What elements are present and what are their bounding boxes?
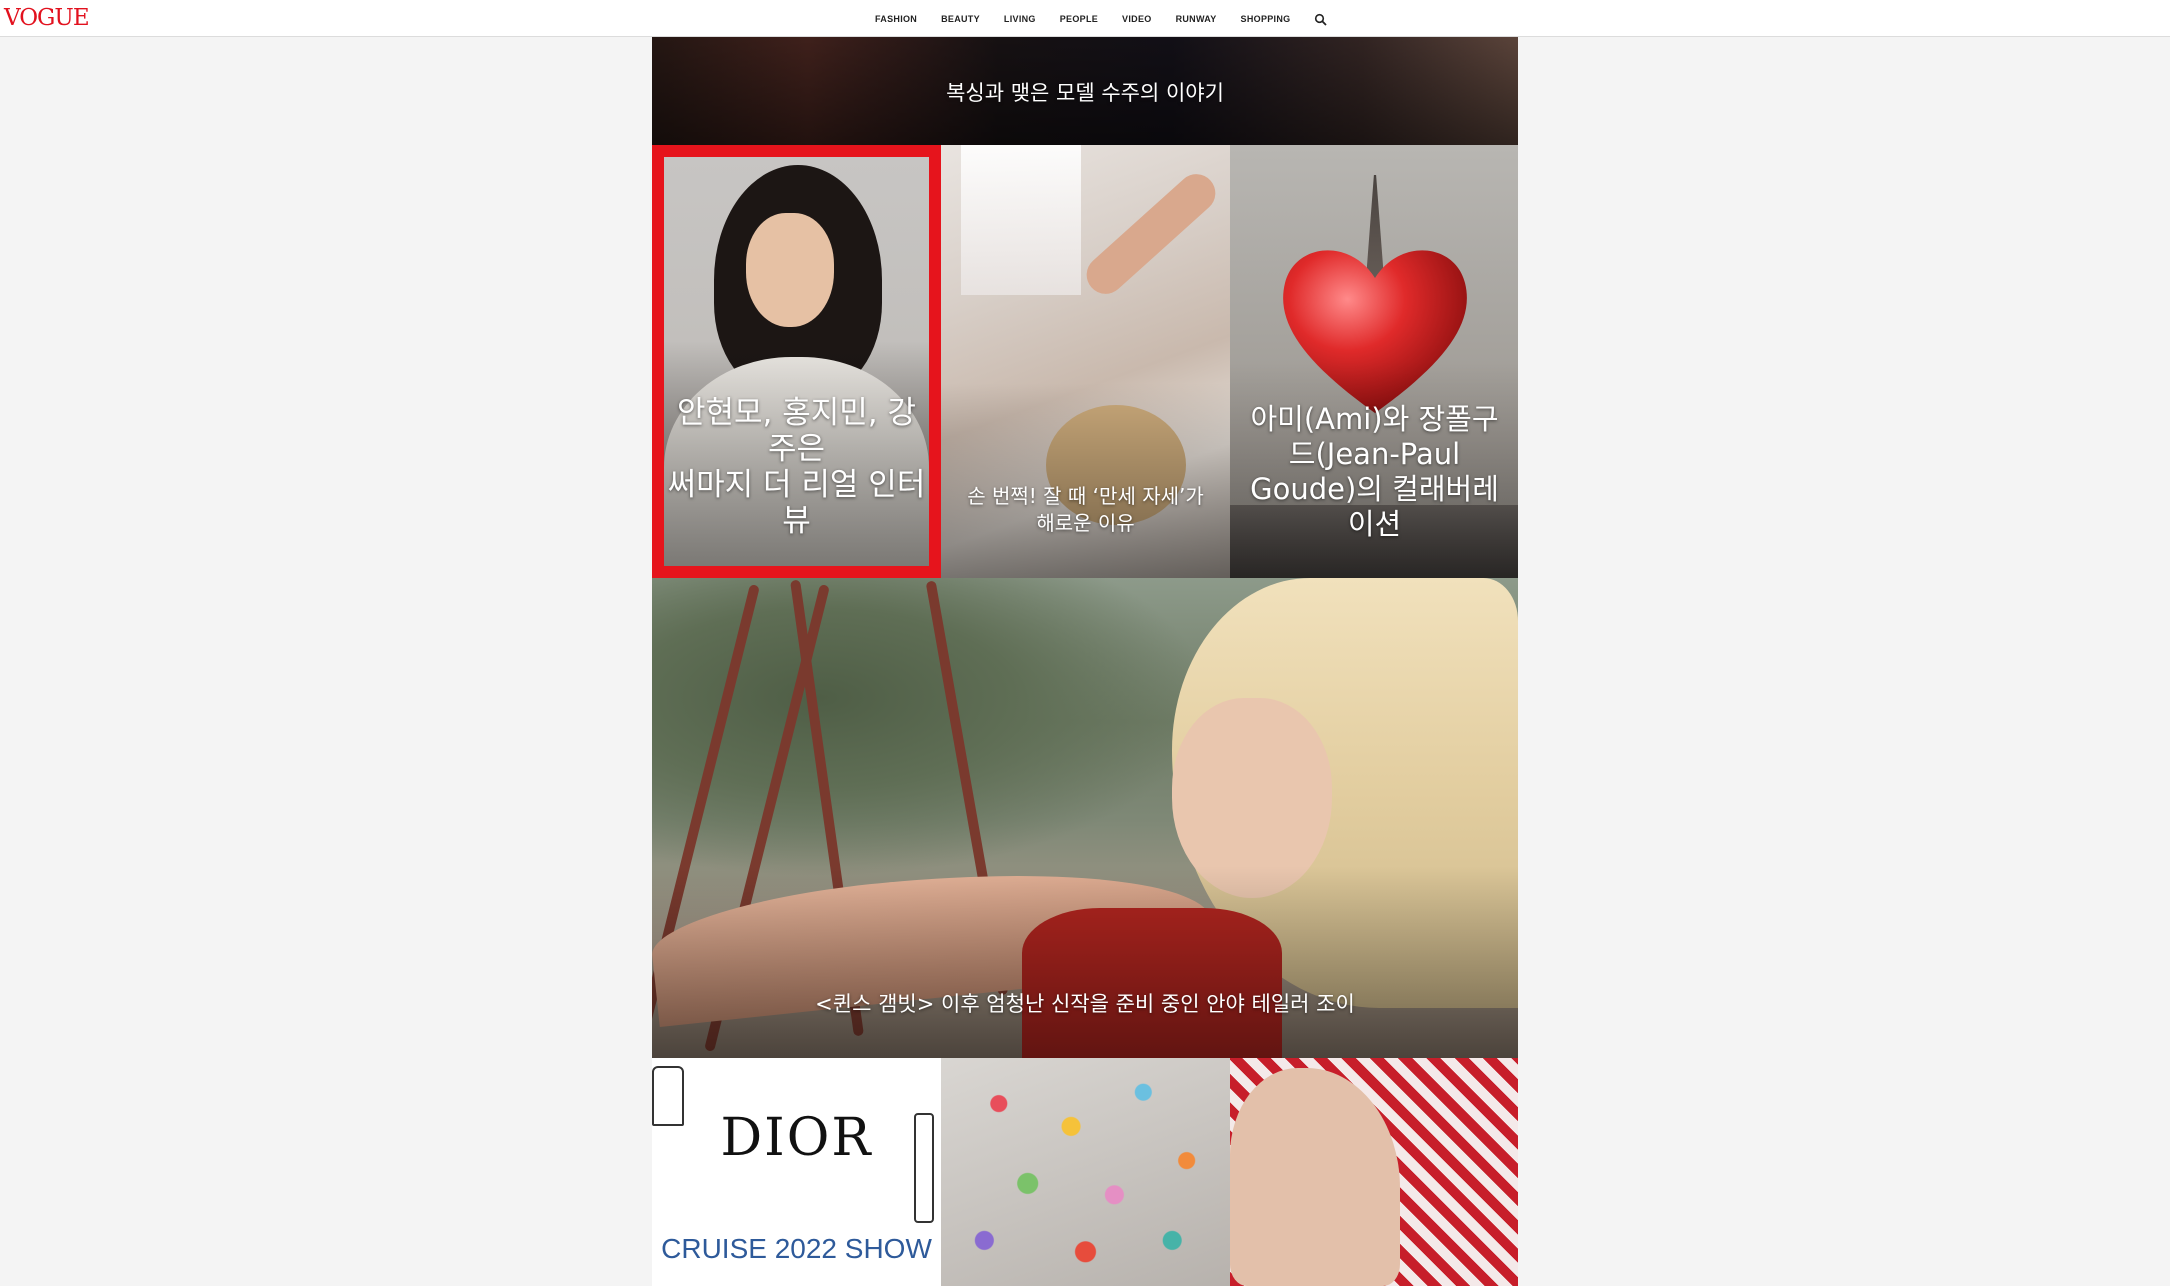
article-tile-ami-goude[interactable]: 아미(Ami)와 장폴구드(Jean-Paul Goude)의 컬래버레이션: [1230, 145, 1518, 578]
article-title[interactable]: <퀸스 갬빗> 이후 엄청난 신작을 준비 중인 안야 테일러 조이: [652, 988, 1518, 1018]
article-tile-boxing-model[interactable]: 복싱과 맺은 모델 수주의 이야기: [652, 37, 1518, 145]
article-tile-dior-cruise[interactable]: DIOR CRUISE 2022 SHOW: [652, 1058, 941, 1286]
nav-beauty[interactable]: BEAUTY: [941, 14, 980, 24]
article-title[interactable]: 손 번쩍! 잘 때 ‘만세 자세’가 해로운 이유: [941, 483, 1230, 537]
article-tile-sleep-posture[interactable]: 손 번쩍! 잘 때 ‘만세 자세’가 해로운 이유: [941, 145, 1230, 578]
main-nav: FASHION BEAUTY LIVING PEOPLE VIDEO RUNWA…: [875, 0, 1328, 37]
article-tile-nail-art[interactable]: [1230, 1058, 1518, 1286]
show-title: CRUISE 2022 SHOW: [661, 1233, 932, 1264]
search-icon[interactable]: [1314, 12, 1328, 26]
vogue-logo[interactable]: VOGUE: [4, 4, 90, 32]
nav-shopping[interactable]: SHOPPING: [1241, 14, 1291, 24]
article-title[interactable]: 아미(Ami)와 장폴구드(Jean-Paul Goude)의 컬래버레이션: [1230, 402, 1518, 542]
article-grid: 복싱과 맺은 모델 수주의 이야기 안현모, 홍지민, 강주은 써마지 더 리얼…: [652, 37, 1518, 1286]
article-tile-pills[interactable]: [941, 1058, 1230, 1286]
nav-people[interactable]: PEOPLE: [1060, 14, 1098, 24]
article-title[interactable]: 복싱과 맺은 모델 수주의 이야기: [652, 77, 1518, 107]
article-title[interactable]: 안현모, 홍지민, 강주은 써마지 더 리얼 인터뷰: [652, 395, 941, 539]
hand-image: [1230, 1068, 1400, 1286]
top-navigation-bar: VOGUE FASHION BEAUTY LIVING PEOPLE VIDEO…: [0, 0, 2170, 37]
nav-living[interactable]: LIVING: [1004, 14, 1036, 24]
dior-logo: DIOR: [720, 1108, 873, 1168]
nav-runway[interactable]: RUNWAY: [1176, 14, 1217, 24]
article-tile-anya-taylor-joy[interactable]: <퀸스 갬빗> 이후 엄청난 신작을 준비 중인 안야 테일러 조이: [652, 578, 1518, 1058]
article-tile-thermage-interview[interactable]: 안현모, 홍지민, 강주은 써마지 더 리얼 인터뷰: [652, 145, 941, 578]
nav-video[interactable]: VIDEO: [1122, 14, 1152, 24]
nav-fashion[interactable]: FASHION: [875, 14, 917, 24]
